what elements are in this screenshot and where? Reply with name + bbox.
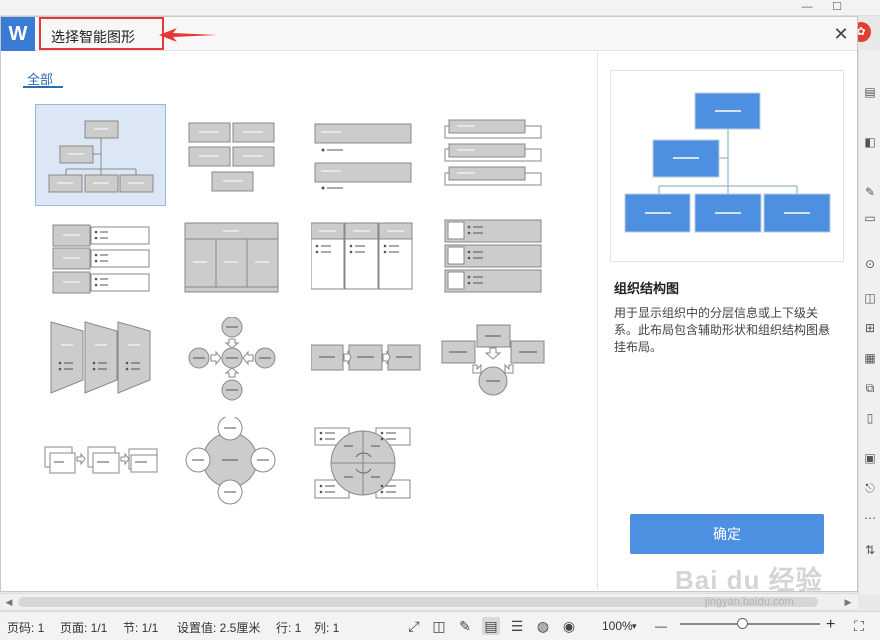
diverging-radial-thumb-icon <box>188 317 276 401</box>
picture-process-thumb-icon <box>44 446 158 474</box>
annotation-arrow-icon <box>159 28 217 42</box>
smartart-basic-process[interactable] <box>311 317 441 417</box>
smartart-vertical-box-list[interactable] <box>311 217 441 317</box>
block-list-thumb-icon <box>188 122 275 192</box>
tool-icon-6[interactable]: ◫ <box>862 290 878 306</box>
tool-icon-8[interactable]: ▦ <box>862 350 878 366</box>
dialog-title: 选择智能图形 <box>51 29 135 45</box>
preview-pane <box>610 70 844 262</box>
zoom-in-button[interactable]: + <box>826 616 835 634</box>
tool-icon-13[interactable]: ⋯ <box>862 510 878 526</box>
smartart-picture-process[interactable] <box>35 417 165 517</box>
tool-icon-11[interactable]: ▣ <box>862 450 878 466</box>
vertical-box-list-thumb-icon <box>311 222 413 290</box>
zoom-slider[interactable] <box>680 623 820 625</box>
tool-icon-1[interactable]: ▤ <box>862 84 878 100</box>
smartart-picture-list[interactable] <box>441 217 571 317</box>
ok-button[interactable]: 确定 <box>630 514 824 554</box>
stacked-list-thumb-icon <box>444 119 542 186</box>
page-view-icon[interactable]: ▤ <box>482 617 500 635</box>
smartart-vertical-list[interactable] <box>311 104 441 204</box>
app-logo-icon: W <box>1 17 35 51</box>
scroll-right-icon[interactable]: ▶ <box>842 596 854 608</box>
org-chart-preview-icon <box>624 92 831 233</box>
tool-icon-12[interactable]: ⎋ <box>862 480 878 496</box>
fullscreen-icon[interactable]: ⤢ <box>405 617 423 635</box>
scroll-left-icon[interactable]: ◀ <box>3 596 15 608</box>
status-pages: 页面: 1/1 <box>60 621 108 635</box>
tab-underline <box>23 86 63 88</box>
side-toolbar: ▤ ◧ ✎ ▭ ⊙ ◫ ⊞ ▦ ⧉ ▯ ▣ ⎋ ⋯ ⇅ <box>858 50 880 595</box>
web-view-icon[interactable]: ◍ <box>534 617 552 635</box>
watermark-url: jingyan.baidu.com <box>705 596 794 608</box>
layout-title: 组织结构图 <box>614 281 680 296</box>
zoom-dropdown-icon[interactable]: ▾ <box>632 621 637 632</box>
tool-icon-5[interactable]: ⊙ <box>862 256 878 272</box>
vertical-list-thumb-icon <box>314 123 412 190</box>
tool-icon-4[interactable]: ▭ <box>862 210 878 226</box>
picture-list-thumb-icon <box>444 219 542 293</box>
status-column: 列: 1 <box>314 621 340 635</box>
smartart-stacked-list[interactable] <box>441 104 571 204</box>
tool-icon-2[interactable]: ◧ <box>862 134 878 150</box>
dialog-header: W 选择智能图形 ✕ <box>1 17 857 51</box>
smartart-org-chart[interactable] <box>35 104 166 206</box>
close-icon[interactable]: ✕ <box>831 24 851 44</box>
tool-icon-3[interactable]: ✎ <box>862 184 878 200</box>
table-list-thumb-icon <box>184 222 279 293</box>
basic-process-thumb-icon <box>311 344 421 371</box>
pen-icon[interactable]: ✎ <box>456 617 474 635</box>
app-title-bar: — ☐ <box>0 0 880 16</box>
layout-description: 用于显示组织中的分层信息或上下级关系。此布局包含辅助形状和组织结构图悬挂布局。 <box>614 306 831 354</box>
status-row: 行: 1 <box>276 621 302 635</box>
tool-icon-14[interactable]: ⇅ <box>862 542 878 558</box>
smartart-radial-cycle[interactable] <box>181 417 311 517</box>
smartart-horizontal-bullet[interactable] <box>35 217 165 317</box>
smartart-converging-process[interactable] <box>441 317 571 417</box>
status-section: 节: 1/1 <box>123 621 159 635</box>
smartart-cycle-matrix[interactable] <box>311 417 441 517</box>
status-setting: 设置值: 2.5厘米 <box>177 621 261 635</box>
org-chart-thumb-icon <box>48 120 154 193</box>
smartart-trapezoid-list[interactable] <box>35 317 165 417</box>
converging-process-thumb-icon <box>441 324 545 396</box>
cycle-matrix-thumb-icon <box>314 427 411 499</box>
outline-view-icon[interactable]: ☰ <box>508 617 526 635</box>
minimize-button[interactable]: — <box>800 1 814 14</box>
maximize-button[interactable]: ☐ <box>830 1 844 14</box>
smartart-diverging-radial[interactable] <box>181 317 311 417</box>
reading-mode-icon[interactable]: ◫ <box>430 617 448 635</box>
tool-icon-7[interactable]: ⊞ <box>862 320 878 336</box>
tool-icon-10[interactable]: ▯ <box>862 410 878 426</box>
trapezoid-list-thumb-icon <box>50 321 151 394</box>
horizontal-bullet-thumb-icon <box>52 224 150 294</box>
smart-art-dialog: W 选择智能图形 ✕ 全部 组织结构图 用于显示组织中的分层信息或上下级关系。此… <box>0 16 858 592</box>
eye-protection-icon[interactable]: ◉ <box>560 617 578 635</box>
zoom-out-button[interactable]: — <box>655 619 667 633</box>
status-bar: 页码: 1 页面: 1/1 节: 1/1 设置值: 2.5厘米 行: 1 列: … <box>0 611 880 640</box>
title-highlight-box: 选择智能图形 <box>39 17 164 50</box>
smartart-block-list[interactable] <box>181 104 311 204</box>
smartart-table-list[interactable] <box>181 217 311 317</box>
status-page: 页码: 1 <box>7 621 45 635</box>
fit-page-icon[interactable]: ⛶ <box>850 617 868 635</box>
scroll-thumb[interactable] <box>18 597 818 607</box>
zoom-level[interactable]: 100% <box>602 619 633 633</box>
panel-divider <box>597 52 598 590</box>
radial-cycle-thumb-icon <box>185 417 276 505</box>
watermark-logo: Bai du 经验 <box>675 565 823 595</box>
zoom-slider-knob[interactable] <box>737 618 748 629</box>
tool-icon-9[interactable]: ⧉ <box>862 380 878 396</box>
